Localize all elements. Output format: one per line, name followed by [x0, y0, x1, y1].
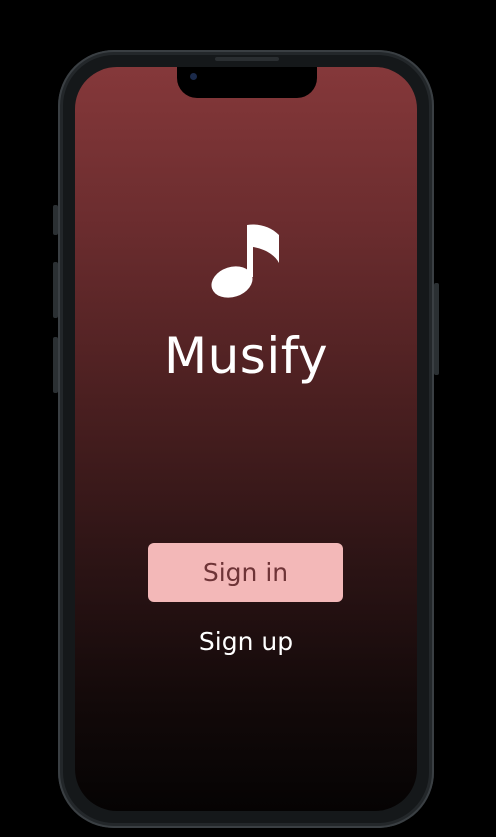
music-note-icon [211, 224, 279, 298]
front-camera [190, 73, 197, 80]
sign-up-link[interactable]: Sign up [75, 627, 417, 656]
earpiece-speaker [215, 57, 279, 61]
silent-switch [53, 205, 58, 235]
sign-in-button[interactable]: Sign in [148, 543, 343, 602]
volume-down-button [53, 337, 58, 393]
phone-screen: Musify Sign in Sign up [75, 67, 417, 811]
notch [177, 67, 317, 98]
app-title: Musify [163, 327, 329, 385]
volume-up-button [53, 262, 58, 318]
power-button [434, 283, 439, 375]
